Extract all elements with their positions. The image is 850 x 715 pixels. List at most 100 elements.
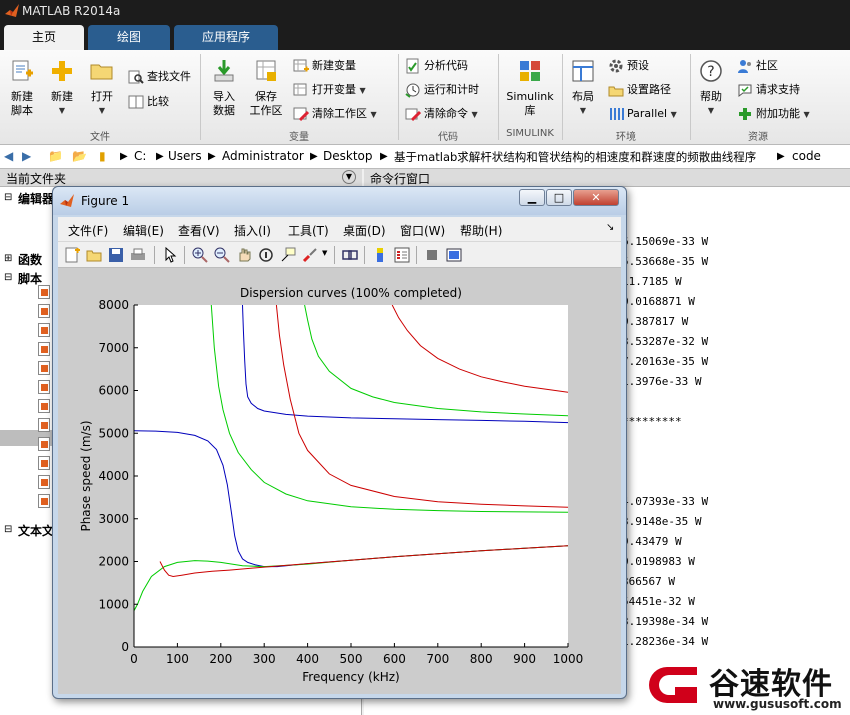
menu-file[interactable]: 文件(F) (68, 222, 108, 239)
clear-commands-icon (405, 108, 421, 122)
script-file-icon[interactable] (38, 456, 50, 470)
script-file-icon[interactable] (38, 494, 50, 508)
community-button[interactable]: 社区 (737, 56, 778, 76)
breadcrumb-project-folder[interactable]: 基于matlab求解杆状结构和管状结构的相速度和群速度的频散曲线程序 (394, 149, 756, 165)
script-file-icon[interactable] (38, 475, 50, 489)
new-variable-button[interactable]: 新建变量 (293, 56, 356, 76)
back-arrow-icon[interactable]: ◀ (4, 149, 13, 163)
import-data-button[interactable]: 导入 数据 (204, 58, 244, 118)
x-tick-label: 400 (296, 652, 319, 666)
save-workspace-button[interactable]: 保存 工作区 (246, 58, 286, 118)
zoom-out-icon[interactable] (214, 247, 230, 263)
expand-icon[interactable]: ⊞ (4, 253, 12, 264)
simulink-library-button[interactable]: Simulink 库 (502, 58, 558, 118)
figure-window[interactable]: Figure 1 ▁ □ ✕ 文件(F) 编辑(E) 查看(V) 插入(I) 工… (52, 186, 627, 699)
help-button[interactable]: ? 帮助 ▼ (694, 58, 728, 118)
x-tick-label: 500 (340, 652, 363, 666)
y-tick-label: 5000 (98, 426, 129, 440)
colorbar-icon[interactable] (372, 247, 388, 263)
script-file-icon[interactable] (38, 437, 50, 451)
open-variable-button[interactable]: 打开变量 ▼ (293, 80, 366, 100)
script-file-icon[interactable] (38, 304, 50, 318)
clear-commands-button[interactable]: 清除命令 ▼ (405, 104, 478, 124)
script-file-icon[interactable] (38, 285, 50, 299)
pan-hand-icon[interactable] (236, 247, 252, 263)
minimize-button[interactable]: ▁ (519, 189, 545, 206)
data-cursor-icon[interactable] (280, 247, 296, 263)
save-icon[interactable] (108, 247, 124, 263)
add-ons-button[interactable]: 附加功能 ▼ (737, 104, 810, 124)
clear-workspace-label: 清除工作区 (312, 107, 367, 120)
menu-view[interactable]: 查看(V) (178, 222, 220, 239)
clear-workspace-button[interactable]: 清除工作区 ▼ (293, 104, 377, 124)
open-file-icon[interactable] (86, 247, 102, 263)
run-and-time-button[interactable]: 运行和计时 (405, 80, 479, 100)
left-item-text-files[interactable]: 文本文 (18, 522, 54, 539)
close-button[interactable]: ✕ (573, 189, 619, 206)
left-item-functions[interactable]: 函数 (18, 251, 42, 268)
link-plot-icon[interactable] (342, 247, 358, 263)
new-button[interactable]: 新建 ▼ (44, 58, 80, 118)
request-support-button[interactable]: 请求支持 (737, 80, 800, 100)
breadcrumb-drive[interactable]: C: (134, 149, 146, 163)
compare-button[interactable]: 比较 (128, 92, 169, 112)
script-file-icon[interactable] (38, 323, 50, 337)
tab-plots[interactable]: 绘图 (88, 25, 170, 50)
brush-dropdown-icon[interactable]: ▼ (322, 249, 327, 257)
open-button[interactable]: 打开 ▼ (84, 58, 120, 118)
breadcrumb-code[interactable]: code (792, 149, 821, 163)
menu-help[interactable]: 帮助(H) (460, 222, 502, 239)
watermark: 谷速软件 www.gususoft.com (643, 655, 850, 715)
breadcrumb-users[interactable]: Users (168, 149, 202, 163)
menu-edit[interactable]: 编辑(E) (123, 222, 164, 239)
forward-arrow-icon[interactable]: ▶ (22, 149, 31, 163)
legend-icon[interactable] (394, 247, 410, 263)
script-file-icon[interactable] (38, 342, 50, 356)
parallel-button[interactable]: Parallel ▼ (608, 104, 677, 124)
dock-arrow-icon[interactable]: ↘ (606, 222, 614, 233)
script-file-icon[interactable] (38, 380, 50, 394)
script-file-icon[interactable] (38, 418, 50, 432)
find-files-button[interactable]: 查找文件 (128, 67, 191, 87)
up-folder-icon[interactable]: 📁 (48, 149, 63, 163)
output-line: 54451e-32 W (622, 595, 695, 608)
figure-title-bar[interactable]: Figure 1 ▁ □ ✕ (53, 187, 626, 215)
output-line: 3.19398e-34 W (622, 615, 709, 628)
menu-insert[interactable]: 插入(I) (234, 222, 271, 239)
pointer-icon[interactable] (162, 247, 178, 263)
preferences-button[interactable]: 预设 (608, 56, 649, 76)
analyze-code-button[interactable]: 分析代码 (405, 56, 468, 76)
collapse-icon[interactable]: ⊟ (4, 524, 12, 535)
hide-plot-tools-icon[interactable] (424, 247, 440, 263)
menu-desktop[interactable]: 桌面(D) (343, 222, 386, 239)
breadcrumb-desktop[interactable]: Desktop (323, 149, 373, 163)
current-folder-address-bar[interactable]: ◀ ▶ 📁 📂 ▮ ▶ C: ▶ Users ▶ Administrator ▶… (0, 145, 850, 169)
maximize-button[interactable]: □ (546, 189, 572, 206)
print-icon[interactable] (130, 247, 146, 263)
breadcrumb-administrator[interactable]: Administrator (222, 149, 304, 163)
set-path-button[interactable]: 设置路径 (608, 80, 671, 100)
output-line: 1.28236e-34 W (622, 635, 709, 648)
panel-actions-icon[interactable]: ▼ (342, 170, 356, 184)
breadcrumb-separator-icon: ▶ (208, 151, 216, 162)
layout-button[interactable]: 布局 ▼ (566, 58, 600, 118)
rotate-3d-icon[interactable] (258, 247, 274, 263)
compare-icon (128, 95, 144, 109)
browse-folder-icon[interactable]: 📂 (72, 149, 87, 163)
menu-tools[interactable]: 工具(T) (288, 222, 329, 239)
tab-home[interactable]: 主页 (4, 25, 84, 50)
tab-apps[interactable]: 应用程序 (174, 25, 278, 50)
new-script-button[interactable]: 新建 脚本 (4, 58, 40, 118)
brush-icon[interactable] (302, 247, 318, 263)
collapse-icon[interactable]: ⊟ (4, 272, 12, 283)
script-file-icon[interactable] (38, 361, 50, 375)
menu-window[interactable]: 窗口(W) (400, 222, 445, 239)
clear-commands-dropdown-icon: ▼ (471, 110, 478, 119)
show-plot-tools-icon[interactable] (446, 247, 462, 263)
left-item-editor[interactable]: 编辑器 (18, 190, 54, 207)
zoom-in-icon[interactable] (192, 247, 208, 263)
output-line: 0.0198983 W (622, 555, 695, 568)
expand-icon[interactable]: ⊟ (4, 192, 12, 203)
script-file-icon[interactable] (38, 399, 50, 413)
new-figure-icon[interactable] (64, 247, 80, 263)
